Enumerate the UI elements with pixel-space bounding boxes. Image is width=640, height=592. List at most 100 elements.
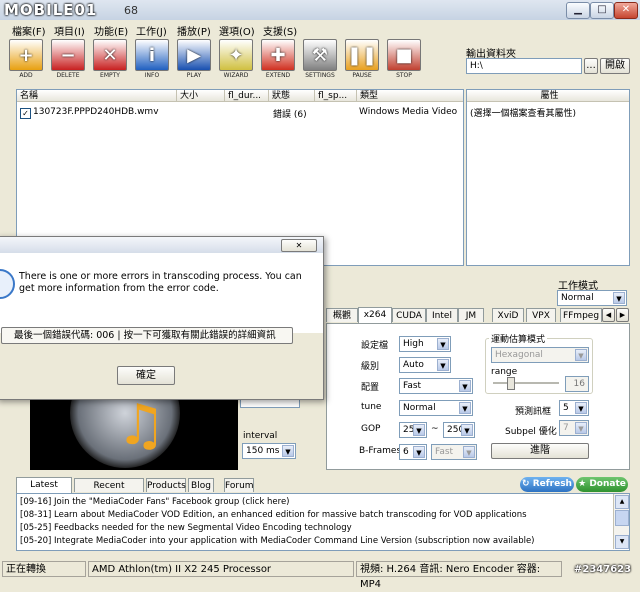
- maximize-button[interactable]: □: [590, 2, 614, 19]
- add-button[interactable]: + ADD: [6, 38, 46, 80]
- chevron-down-icon: ▼: [575, 422, 587, 434]
- subpel-select[interactable]: 7 ▼: [559, 420, 589, 436]
- chevron-down-icon: ▼: [613, 292, 625, 304]
- motion-select[interactable]: Hexagonal ▼: [491, 347, 589, 363]
- column-speed[interactable]: fl_sp...: [315, 90, 357, 102]
- dialog-close-button[interactable]: ✕: [281, 239, 317, 252]
- news-item[interactable]: [05-25] Feedbacks needed for the new Seg…: [20, 522, 352, 535]
- range-label: range: [491, 367, 518, 377]
- pause-button[interactable]: ❚❚ PAUSE: [342, 38, 382, 80]
- browse-button[interactable]: ...: [584, 58, 598, 74]
- tab-recent-updates[interactable]: Recent Updates: [74, 478, 144, 505]
- menu-play[interactable]: 播放(P): [177, 23, 211, 38]
- menu-options[interactable]: 選項(O): [219, 23, 255, 38]
- menu-support[interactable]: 支援(S): [263, 23, 297, 38]
- scrollbar-thumb[interactable]: [615, 510, 629, 526]
- preset-label: 配置: [361, 383, 380, 393]
- extend-button[interactable]: ✚ EXTEND: [258, 38, 298, 80]
- window-title: 68: [124, 4, 138, 17]
- tune-select[interactable]: Normal ▼: [399, 400, 473, 416]
- menu-function[interactable]: 功能(E): [94, 23, 128, 38]
- error-code-button[interactable]: 最後一個錯誤代碼: 006 | 按一下可獲取有關此錯誤的詳細資訊: [1, 327, 293, 344]
- chevron-down-icon: ▼: [413, 424, 425, 436]
- donate-button[interactable]: ★ Donate: [576, 477, 628, 492]
- column-status[interactable]: 狀態: [269, 90, 315, 102]
- maximize-icon: □: [597, 4, 607, 15]
- add-icon: +: [9, 39, 43, 71]
- watermark: #2347623: [574, 564, 632, 575]
- tab-vpx[interactable]: VPX: [526, 308, 556, 322]
- table-row[interactable]: ✓ 130723F.PPPD240HDB.wmv 錯誤 (6) Windows …: [19, 107, 459, 121]
- toolbar-label: SETTINGS: [305, 72, 335, 79]
- open-folder-button[interactable]: 開啟: [600, 58, 630, 74]
- tab-overview[interactable]: 概觀: [326, 308, 358, 322]
- gop-min-select[interactable]: 25 ▼: [399, 422, 427, 438]
- profile-select[interactable]: High ▼: [399, 336, 451, 352]
- tab-scroll-right-button[interactable]: ▶: [616, 308, 629, 322]
- tab-jm[interactable]: JM: [458, 308, 484, 322]
- news-item[interactable]: [09-16] Join the "MediaCoder Fans" Faceb…: [20, 496, 290, 509]
- delete-button[interactable]: − DELETE: [48, 38, 88, 80]
- interval-select[interactable]: 150 ms ▼: [242, 443, 296, 459]
- level-select[interactable]: Auto ▼: [399, 357, 451, 373]
- menu-items[interactable]: 項目(I): [54, 23, 85, 38]
- column-type[interactable]: 類型: [357, 90, 463, 102]
- tab-x264[interactable]: x264: [358, 307, 392, 323]
- preset-select[interactable]: Fast ▼: [399, 378, 473, 394]
- menu-file[interactable]: 檔案(F): [12, 23, 46, 38]
- output-folder-input[interactable]: H:\: [466, 58, 582, 74]
- empty-button[interactable]: ✕ EMPTY: [90, 38, 130, 80]
- menu-jobs[interactable]: 工作(J): [136, 23, 167, 38]
- news-list: [09-16] Join the "MediaCoder Fans" Faceb…: [16, 493, 630, 551]
- wizard-button[interactable]: ✦ WIZARD: [216, 38, 256, 80]
- scroll-down-icon[interactable]: ▼: [615, 535, 629, 549]
- news-item[interactable]: [05-20] Integrate MediaCoder into your a…: [20, 535, 535, 548]
- row-checkbox[interactable]: ✓: [20, 108, 31, 119]
- tab-xvid[interactable]: XviD: [492, 308, 524, 322]
- codec-info: 視頻: H.264 音訊: Nero Encoder 容器: MP4: [356, 561, 562, 590]
- gop-max-select[interactable]: 250 ▼: [443, 422, 475, 438]
- chevron-down-icon: ▼: [459, 402, 471, 414]
- work-mode-select[interactable]: Normal ▼: [557, 290, 627, 306]
- tune-label: tune: [361, 402, 382, 412]
- tab-blog[interactable]: Blog: [188, 478, 214, 492]
- chevron-down-icon: ▼: [461, 424, 473, 436]
- news-item[interactable]: [08-31] Learn about MediaCoder VOD Editi…: [20, 509, 527, 522]
- file-status: 錯誤 (6): [273, 110, 307, 120]
- properties-header: 屬性: [467, 90, 629, 102]
- settings-button[interactable]: ⚒ SETTINGS: [300, 38, 340, 80]
- range-slider-handle[interactable]: [506, 377, 515, 390]
- stop-button[interactable]: ■ STOP: [384, 38, 424, 80]
- tab-intel[interactable]: Intel: [426, 308, 458, 322]
- range-slider-track[interactable]: [493, 382, 559, 384]
- column-duration[interactable]: fl_dur...: [225, 90, 269, 102]
- tab-products[interactable]: Products: [146, 478, 186, 492]
- stop-icon: ■: [387, 39, 421, 71]
- delete-icon: −: [51, 39, 85, 71]
- bframes-select[interactable]: 6 ▼: [399, 444, 427, 460]
- news-scrollbar[interactable]: ▲ ▼: [613, 494, 629, 549]
- chevron-down-icon: ▼: [437, 359, 449, 371]
- tab-forum[interactable]: Forum: [224, 478, 254, 492]
- column-size[interactable]: 大小: [177, 90, 225, 102]
- advanced-button[interactable]: 進階: [491, 443, 589, 459]
- bframes-mode-select[interactable]: Fast ▼: [431, 444, 477, 460]
- close-button[interactable]: ✕: [614, 2, 638, 19]
- close-icon: ✕: [621, 4, 631, 15]
- subpel-label: Subpel 優化: [505, 427, 557, 437]
- tab-latest-news[interactable]: Latest News: [16, 477, 72, 504]
- refresh-button[interactable]: ↻ Refresh: [520, 477, 574, 492]
- column-name[interactable]: 名稱: [17, 90, 177, 102]
- ok-button[interactable]: 確定: [117, 366, 175, 385]
- tab-scroll-left-button[interactable]: ◀: [602, 308, 615, 322]
- scroll-up-icon[interactable]: ▲: [615, 495, 629, 509]
- chevron-down-icon: ▼: [575, 402, 587, 414]
- play-icon: ▶: [177, 39, 211, 71]
- minimize-button[interactable]: ▁: [566, 2, 590, 19]
- play-button[interactable]: ▶ PLAY: [174, 38, 214, 80]
- tab-ffmpeg[interactable]: FFmpeg: [560, 308, 602, 322]
- tab-cuda[interactable]: CUDA: [392, 308, 426, 322]
- lookahead-select[interactable]: 5 ▼: [559, 400, 589, 416]
- info-button[interactable]: i INFO: [132, 38, 172, 80]
- range-value: 16: [565, 376, 589, 392]
